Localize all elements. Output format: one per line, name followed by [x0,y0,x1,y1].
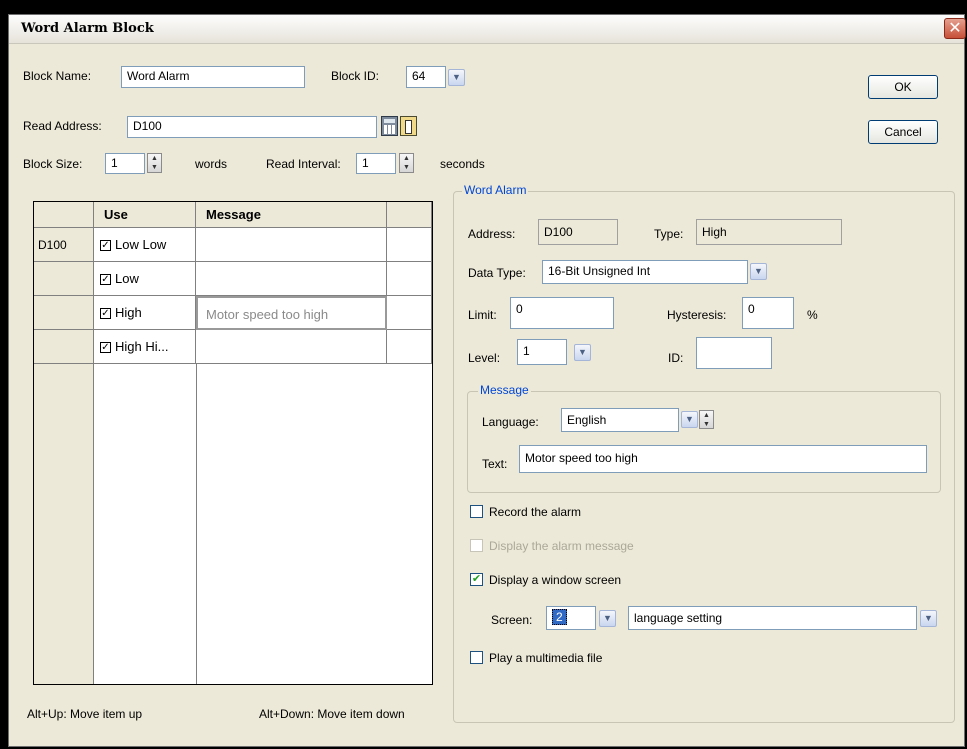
message-group [467,391,941,493]
seconds-label: seconds [440,157,485,171]
message-cell[interactable] [196,228,387,262]
alarm-items-grid[interactable]: Use Message D100 ✓ Low Low ✓ Low ✓ High Motor s… [33,201,433,685]
read-interval-input[interactable]: 1 [356,153,396,174]
row-header [34,262,94,296]
ok-button[interactable]: OK [868,75,938,99]
display-message-checkbox [470,539,483,552]
hysteresis-input[interactable]: 0 [742,297,794,329]
chevron-down-icon[interactable]: ▼ [574,344,591,361]
block-name-label: Block Name: [23,69,92,83]
column-divider [196,364,197,684]
hysteresis-unit: % [807,308,818,322]
screen-number-select[interactable]: 2 [546,606,596,630]
words-label: words [195,157,228,171]
message-text-input[interactable]: Motor speed too high [519,445,927,473]
checkmark-icon[interactable]: ✓ [100,342,111,354]
window-title: Word Alarm Block [21,21,154,36]
message-cell[interactable] [196,262,387,296]
language-select[interactable]: English [561,408,679,432]
read-interval-spin-icon[interactable]: ▲ ▼ [399,153,414,173]
screen-name-select[interactable]: language setting [628,606,917,630]
filler-cell [387,228,432,262]
hysteresis-label: Hysteresis: [667,308,727,322]
chevron-down-icon[interactable]: ▼ [681,411,698,428]
message-group-label: Message [478,383,531,397]
read-address-input[interactable]: D100 [127,116,377,138]
play-multimedia-label[interactable]: Play a multimedia file [489,651,602,665]
id-label: ID: [668,351,684,365]
data-type-select[interactable]: 16-Bit Unsigned Int [542,260,748,284]
data-type-label: Data Type: [468,266,526,280]
address-label: Address: [468,227,516,241]
id-input[interactable] [696,337,772,369]
use-label: High [115,305,142,320]
screen-label: Screen: [491,613,533,627]
calculator-icon[interactable] [381,116,398,136]
row-header [34,330,94,364]
display-message-label: Display the alarm message [489,539,634,553]
read-address-label: Read Address: [23,119,102,133]
chevron-down-icon[interactable]: ▼ [920,610,937,627]
type-display: High [696,219,842,245]
grid-corner [34,202,94,228]
display-window-label[interactable]: Display a window screen [489,573,621,587]
grid-header-filler [387,202,432,228]
block-name-input[interactable]: Word Alarm [121,66,305,88]
use-label: High Hi... [115,339,169,354]
language-label: Language: [482,415,539,429]
filler-cell [387,262,432,296]
cancel-button[interactable]: Cancel [868,120,938,144]
chevron-down-icon[interactable]: ▼ [750,263,767,280]
title-bar: Word Alarm Block ✕ [9,15,966,44]
chevron-down-icon[interactable]: ▼ [599,610,616,627]
row-header [34,296,94,330]
screen-number-value: 2 [552,609,567,625]
level-select[interactable]: 1 [517,339,567,365]
checkmark-icon[interactable]: ✓ [100,240,111,252]
level-label: Level: [468,351,501,365]
use-label: Low [115,271,139,286]
use-column-header[interactable]: Use [94,202,196,228]
block-size-spin-icon[interactable]: ▲ ▼ [147,153,162,173]
close-button[interactable]: ✕ [944,18,966,39]
play-multimedia-checkbox[interactable] [470,651,483,664]
checkmark-icon[interactable]: ✓ [100,274,111,286]
read-interval-label: Read Interval: [266,157,341,171]
type-label: Type: [654,227,684,241]
message-cell[interactable] [196,330,387,364]
checkmark-icon[interactable]: ✓ [100,308,111,320]
filler-cell [387,330,432,364]
chevron-down-icon[interactable]: ▼ [448,69,465,86]
block-size-input[interactable]: 1 [105,153,145,174]
use-cell[interactable]: ✓ High [94,296,196,330]
display-window-checkbox[interactable]: ✔ [470,573,483,586]
block-size-label: Block Size: [23,157,83,171]
row-header-column [34,364,94,684]
language-spin-icon[interactable]: ▲ ▼ [699,410,714,429]
record-alarm-checkbox[interactable] [470,505,483,518]
use-cell[interactable]: ✓ Low Low [94,228,196,262]
block-id-label: Block ID: [331,69,380,83]
text-label: Text: [482,457,508,471]
dialog-window: Word Alarm Block ✕ Block Name: Word Alar… [8,14,966,747]
address-picker-icon[interactable] [400,116,417,136]
filler-cell [387,296,432,330]
use-label: Low Low [115,237,167,252]
move-up-hint: Alt+Up: Move item up [27,707,143,721]
message-column-header[interactable]: Message [196,202,387,228]
use-cell[interactable]: ✓ High Hi... [94,330,196,364]
record-alarm-label[interactable]: Record the alarm [489,505,581,519]
word-alarm-group-label: Word Alarm [462,183,529,197]
limit-input[interactable]: 0 [510,297,614,329]
block-id-select[interactable]: 64 [406,66,446,88]
limit-label: Limit: [468,308,497,322]
message-cell[interactable]: Motor speed too high [196,296,387,330]
address-display: D100 [538,219,618,245]
row-header: D100 [34,228,94,262]
use-cell[interactable]: ✓ Low [94,262,196,296]
move-down-hint: Alt+Down: Move item down [259,707,405,721]
